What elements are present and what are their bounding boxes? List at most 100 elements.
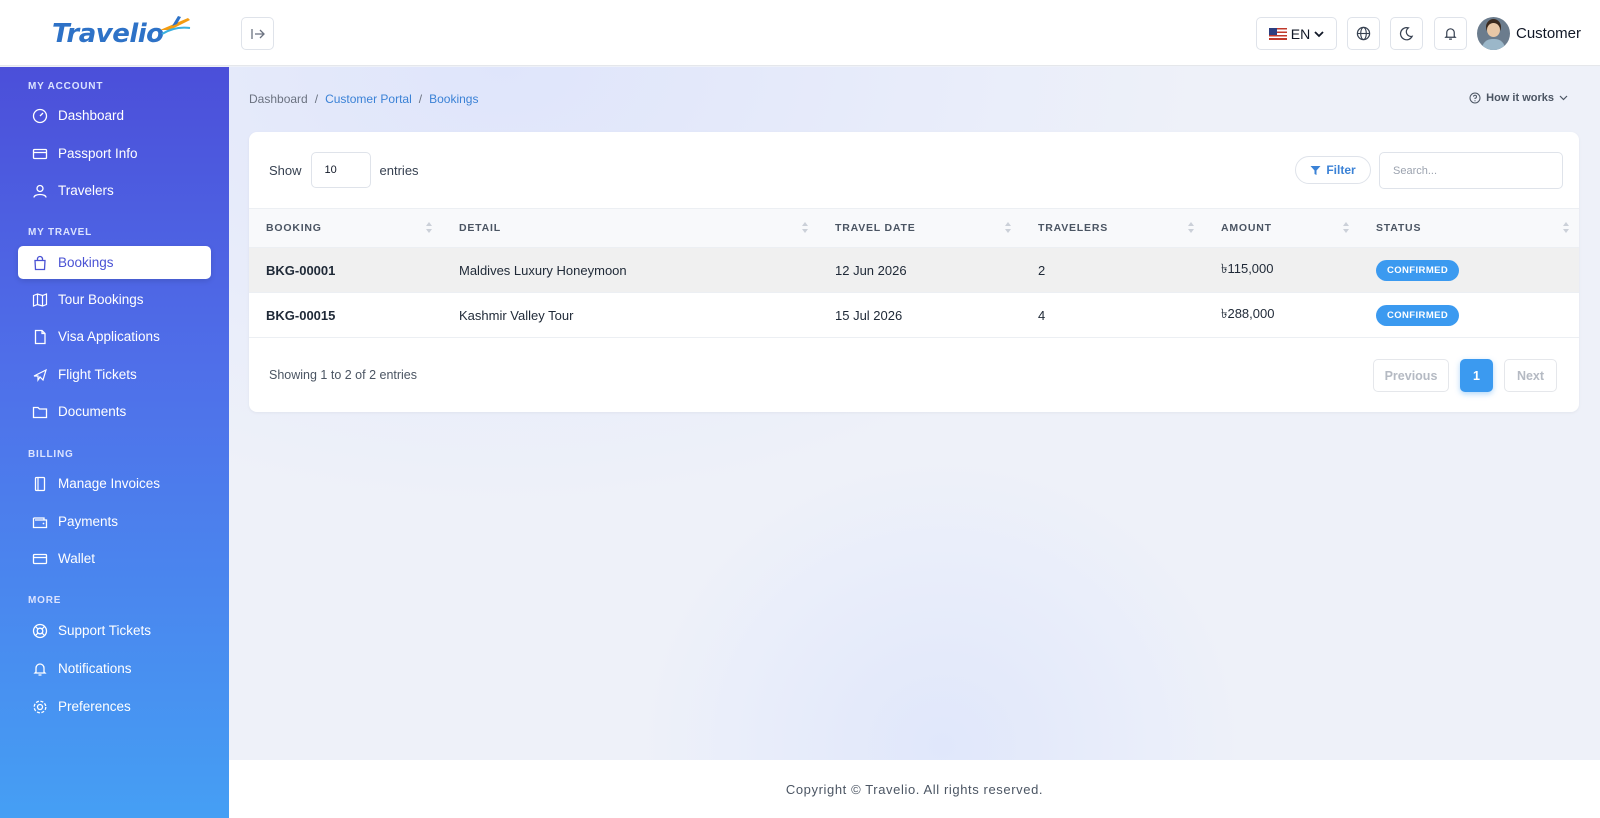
next-page-button[interactable]: Next <box>1504 359 1557 392</box>
bell-icon <box>33 662 47 676</box>
filter-button[interactable]: Filter <box>1295 156 1371 184</box>
shopping-bag-icon <box>34 255 46 270</box>
status-cell: CONFIRMED <box>1359 292 1579 338</box>
booking-id[interactable]: BKG-00015 <box>249 292 442 338</box>
moon-icon <box>1399 27 1414 41</box>
table-header-row: BOOKING DETAIL TRAVEL DATE TRAVELERS AMO… <box>249 208 1579 248</box>
sidebar-item-passport-info[interactable]: Passport Info <box>18 137 211 170</box>
column-header-travelers[interactable]: TRAVELERS <box>1021 208 1204 248</box>
sort-icon <box>1005 222 1011 234</box>
card-icon <box>32 148 48 159</box>
page-1-button[interactable]: 1 <box>1460 359 1493 392</box>
travelers-count: 2 <box>1021 247 1204 293</box>
entries-control: Show 10 entries <box>269 152 419 188</box>
sidebar-collapse-icon <box>250 28 265 39</box>
user-menu[interactable]: Customer <box>1477 17 1581 50</box>
footer-copyright: Copyright © Travelio. All rights reserve… <box>229 760 1600 818</box>
sidebar-item-label: Tour Bookings <box>58 292 144 307</box>
sidebar-item-label: Preferences <box>58 699 131 714</box>
funnel-icon <box>1310 165 1321 175</box>
credit-card-icon <box>32 553 48 564</box>
travel-date: 15 Jul 2026 <box>818 292 1021 338</box>
sidebar-item-travelers[interactable]: Travelers <box>18 174 211 207</box>
section-title-my-account: MY ACCOUNT <box>28 81 104 92</box>
travelers-count: 4 <box>1021 292 1204 338</box>
language-selector[interactable]: EN <box>1256 17 1337 50</box>
how-it-works-toggle[interactable]: How it works <box>1469 92 1568 104</box>
sidebar-item-dashboard[interactable]: Dashboard <box>18 99 211 132</box>
entries-label: entries <box>379 162 419 178</box>
file-icon <box>34 329 46 344</box>
sidebar-item-tour-bookings[interactable]: Tour Bookings <box>18 283 211 316</box>
bell-icon <box>1444 28 1457 40</box>
sidebar-item-wallet[interactable]: Wallet <box>18 542 211 575</box>
how-it-works-label: How it works <box>1486 92 1554 104</box>
sidebar-item-label: Bookings <box>58 255 114 270</box>
travel-date: 12 Jun 2026 <box>818 247 1021 293</box>
chevron-down-icon <box>1314 30 1324 37</box>
sidebar-item-label: Manage Invoices <box>58 476 161 491</box>
column-header-status[interactable]: STATUS <box>1359 208 1579 248</box>
sidebar-item-documents[interactable]: Documents <box>18 395 211 428</box>
bookings-card: Show 10 entries Filter BOOKING DETAIL TR… <box>249 132 1579 412</box>
main-content: Dashboard / Customer Portal / Bookings H… <box>229 67 1600 760</box>
sidebar-item-label: Dashboard <box>58 108 125 123</box>
sidebar-item-label: Travelers <box>58 183 114 198</box>
section-title-my-travel: MY TRAVEL <box>28 227 93 238</box>
column-header-booking[interactable]: BOOKING <box>249 208 442 248</box>
sidebar-item-payments[interactable]: Payments <box>18 505 211 538</box>
sidebar-item-support-tickets[interactable]: Support Tickets <box>18 614 211 647</box>
section-title-billing: BILLING <box>28 449 74 460</box>
user-icon <box>33 184 47 198</box>
sidebar-toggle-button[interactable] <box>241 17 274 50</box>
globe-icon <box>1356 26 1371 41</box>
brand-logo[interactable]: Travelio <box>52 14 192 54</box>
table-row[interactable]: BKG-00015 Kashmir Valley Tour 15 Jul 202… <box>249 292 1579 338</box>
pagination-summary: Showing 1 to 2 of 2 entries <box>269 368 418 382</box>
lifebuoy-icon <box>32 623 48 638</box>
sort-icon <box>802 222 808 234</box>
column-header-detail[interactable]: DETAIL <box>442 208 818 248</box>
airplane-logo-icon <box>159 16 190 35</box>
status-badge: CONFIRMED <box>1376 259 1460 281</box>
booking-amount: ৳115,000 <box>1204 247 1359 293</box>
column-header-amount[interactable]: AMOUNT <box>1204 208 1359 248</box>
sort-icon <box>1188 222 1194 234</box>
entries-per-page-select[interactable]: 10 <box>310 152 371 188</box>
globe-button[interactable] <box>1347 17 1380 50</box>
help-circle-icon <box>1469 92 1481 104</box>
sidebar-item-notifications[interactable]: Notifications <box>18 652 211 685</box>
sort-icon <box>1563 222 1569 234</box>
sidebar-item-flight-tickets[interactable]: Flight Tickets <box>18 358 211 391</box>
language-code: EN <box>1290 25 1311 42</box>
search-input[interactable] <box>1379 152 1563 189</box>
sidebar-item-label: Payments <box>58 514 119 529</box>
sidebar-item-bookings[interactable]: Bookings <box>18 246 211 279</box>
sidebar-item-manage-invoices[interactable]: Manage Invoices <box>18 467 211 500</box>
column-header-travel-date[interactable]: TRAVEL DATE <box>818 208 1021 248</box>
folder-icon <box>32 406 48 418</box>
us-flag-icon <box>1268 27 1287 40</box>
breadcrumb-dashboard[interactable]: Dashboard <box>249 92 308 106</box>
booking-detail: Maldives Luxury Honeymoon <box>442 247 818 293</box>
plane-icon <box>33 368 47 382</box>
show-label: Show <box>269 162 302 178</box>
breadcrumb-bookings[interactable]: Bookings <box>429 92 478 106</box>
sidebar-item-preferences[interactable]: Preferences <box>18 690 211 723</box>
breadcrumb-customer-portal[interactable]: Customer Portal <box>325 92 412 106</box>
table-row[interactable]: BKG-00001 Maldives Luxury Honeymoon 12 J… <box>249 247 1579 293</box>
sidebar: MY ACCOUNT Dashboard Passport Info Trave… <box>0 67 229 818</box>
previous-page-button[interactable]: Previous <box>1373 359 1449 392</box>
booking-amount: ৳288,000 <box>1204 292 1359 338</box>
sidebar-item-visa-applications[interactable]: Visa Applications <box>18 320 211 353</box>
sidebar-item-label: Passport Info <box>58 146 138 161</box>
invoice-icon <box>34 476 46 491</box>
booking-id[interactable]: BKG-00001 <box>249 247 442 293</box>
brand-name: Travelio <box>52 19 164 49</box>
sidebar-item-label: Notifications <box>58 661 132 676</box>
notifications-button[interactable] <box>1434 17 1467 50</box>
avatar <box>1477 17 1510 50</box>
booking-detail: Kashmir Valley Tour <box>442 292 818 338</box>
theme-toggle-button[interactable] <box>1390 17 1423 50</box>
breadcrumb-separator: / <box>418 92 423 106</box>
